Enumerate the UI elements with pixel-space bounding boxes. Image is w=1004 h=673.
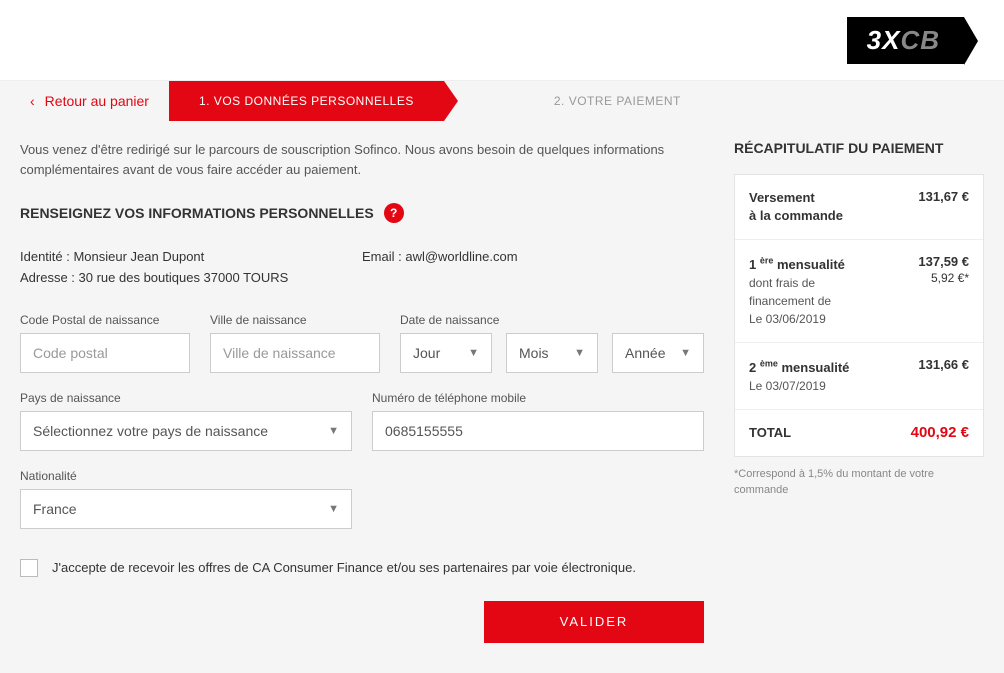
back-label: Retour au panier [45, 93, 149, 109]
step-1-label: 1. VOS DONNÉES PERSONNELLES [199, 94, 414, 108]
help-icon[interactable]: ? [384, 203, 404, 223]
section-title: RENSEIGNEZ VOS INFORMATIONS PERSONNELLES… [20, 203, 704, 223]
summary-row-total: TOTAL 400,92 € [735, 410, 983, 456]
summary-row1-amount: 131,67 € [918, 189, 969, 204]
summary-title: RÉCAPITULATIF DU PAIEMENT [734, 140, 984, 156]
summary-row2-sub2: financement de [749, 294, 831, 308]
consent-checkbox[interactable] [20, 559, 38, 577]
birth-month-select[interactable]: Mois ▼ [506, 333, 598, 373]
nationality-select[interactable]: France ▼ [20, 489, 352, 529]
step-2-payment[interactable]: 2. VOTRE PAIEMENT [524, 81, 711, 121]
logo-3xcb: 3XCB [847, 17, 964, 64]
intro-text: Vous venez d'être redirigé sur le parcou… [20, 140, 704, 179]
identity-summary: Identité : Monsieur Jean Dupont Adresse … [20, 247, 704, 289]
chevron-down-icon: ▼ [680, 347, 691, 359]
birth-cp-input[interactable] [20, 333, 190, 373]
summary-row1-label2: à la commande [749, 208, 843, 223]
mobile-phone-input[interactable] [372, 411, 704, 451]
summary-row2-label: 1 ère mensualité [749, 257, 845, 272]
birth-country-value: Sélectionnez votre pays de naissance [33, 423, 268, 439]
birth-country-select[interactable]: Sélectionnez votre pays de naissance ▼ [20, 411, 352, 451]
label-birth-city: Ville de naissance [210, 313, 380, 327]
birth-day-value: Jour [413, 345, 440, 361]
identity-line: Identité : Monsieur Jean Dupont [20, 247, 362, 268]
chevron-down-icon: ▼ [468, 347, 479, 359]
summary-row3-date: Le 03/07/2019 [749, 379, 826, 393]
summary-row2-sub1: dont frais de [749, 276, 815, 290]
nationality-value: France [33, 501, 77, 517]
back-to-cart-link[interactable]: ‹ Retour au panier [0, 93, 169, 109]
consent-text: J'accepte de recevoir les offres de CA C… [52, 560, 636, 575]
chevron-down-icon: ▼ [328, 425, 339, 437]
header: 3XCB [0, 0, 1004, 80]
logo-cb: CB [900, 25, 940, 55]
chevron-down-icon: ▼ [574, 347, 585, 359]
step-1-personal-data[interactable]: 1. VOS DONNÉES PERSONNELLES [169, 81, 444, 121]
summary-row1-label1: Versement [749, 190, 815, 205]
birth-day-select[interactable]: Jour ▼ [400, 333, 492, 373]
form-panel: Vous venez d'être redirigé sur le parcou… [20, 140, 704, 643]
section-title-text: RENSEIGNEZ VOS INFORMATIONS PERSONNELLES [20, 205, 374, 221]
summary-row2-amount: 137,59 € [918, 254, 969, 269]
label-birth-country: Pays de naissance [20, 391, 352, 405]
summary-row-installment-2: 2 ème mensualité Le 03/07/2019 131,66 € [735, 343, 983, 410]
page-body: Vous venez d'être redirigé sur le parcou… [0, 120, 1004, 673]
summary-row-installment-1: 1 ère mensualité dont frais de financeme… [735, 240, 983, 343]
label-birth-date: Date de naissance [400, 313, 704, 327]
logo-3x: 3X [867, 25, 901, 55]
address-line: Adresse : 30 rue des boutiques 37000 TOU… [20, 268, 362, 289]
payment-summary: RÉCAPITULATIF DU PAIEMENT Versement à la… [734, 140, 984, 498]
email-line: Email : awl@worldline.com [362, 247, 704, 268]
summary-row3-amount: 131,66 € [918, 357, 969, 372]
summary-row-initial: Versement à la commande 131,67 € [735, 175, 983, 240]
birth-year-value: Année [625, 345, 665, 361]
summary-footnote: *Correspond à 1,5% du montant de votre c… [734, 467, 984, 498]
birth-year-select[interactable]: Année ▼ [612, 333, 704, 373]
chevron-left-icon: ‹ [30, 93, 35, 109]
consent-row: J'accepte de recevoir les offres de CA C… [20, 559, 704, 577]
step-2-label: 2. VOTRE PAIEMENT [554, 94, 681, 108]
summary-row2-sub-amount: 5,92 €* [918, 271, 969, 285]
birth-city-input[interactable] [210, 333, 380, 373]
summary-total-amount: 400,92 € [911, 424, 969, 441]
birth-month-value: Mois [519, 345, 549, 361]
label-mobile-phone: Numéro de téléphone mobile [372, 391, 704, 405]
summary-total-label: TOTAL [749, 424, 791, 442]
summary-row3-label: 2 ème mensualité [749, 360, 849, 375]
summary-row2-date: Le 03/06/2019 [749, 312, 826, 326]
steps-bar: ‹ Retour au panier 1. VOS DONNÉES PERSON… [0, 80, 1004, 120]
label-nationality: Nationalité [20, 469, 352, 483]
chevron-down-icon: ▼ [328, 503, 339, 515]
label-birth-cp: Code Postal de naissance [20, 313, 190, 327]
